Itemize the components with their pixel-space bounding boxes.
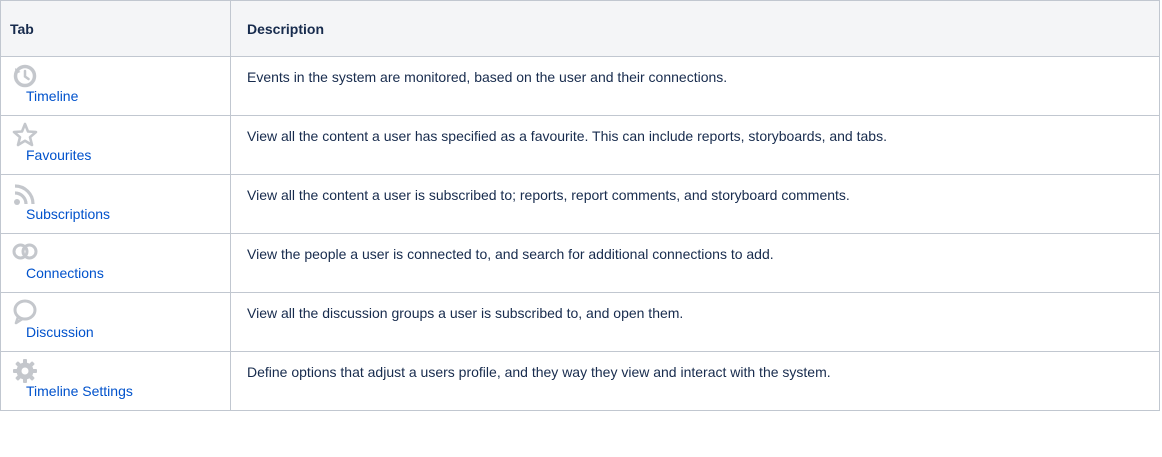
tab-link-favourites[interactable]: Favourites	[26, 145, 91, 165]
header-tab-label: Tab	[10, 20, 34, 37]
description-cell: Define options that adjust a users profi…	[230, 351, 1160, 411]
table-header-row: Tab Description	[0, 0, 1160, 57]
table-row: Subscriptions View all the content a use…	[0, 174, 1160, 234]
table-row: Discussion View all the discussion group…	[0, 292, 1160, 352]
header-description: Description	[230, 0, 1160, 57]
table-row: Connections View the people a user is co…	[0, 233, 1160, 293]
description-cell: Events in the system are monitored, base…	[230, 56, 1160, 116]
description-cell: View the people a user is connected to, …	[230, 233, 1160, 293]
description-cell: View all the content a user has specifie…	[230, 115, 1160, 175]
tab-cell: Timeline Settings	[0, 351, 231, 411]
row-description: Events in the system are monitored, base…	[247, 69, 728, 85]
tab-cell: Discussion	[0, 292, 231, 352]
row-description: Define options that adjust a users profi…	[247, 364, 831, 380]
tab-link-timeline-settings[interactable]: Timeline Settings	[26, 381, 133, 401]
row-description: View all the content a user has specifie…	[247, 128, 887, 144]
row-description: View all the content a user is subscribe…	[247, 187, 850, 203]
tab-link-subscriptions[interactable]: Subscriptions	[26, 204, 110, 224]
tab-cell: Connections	[0, 233, 231, 293]
header-tab: Tab	[0, 0, 231, 57]
tab-link-timeline[interactable]: Timeline	[26, 86, 78, 106]
header-description-label: Description	[247, 20, 325, 37]
tab-link-connections[interactable]: Connections	[26, 263, 104, 283]
tab-cell: Subscriptions	[0, 174, 231, 234]
description-cell: View all the discussion groups a user is…	[230, 292, 1160, 352]
table-row: Timeline Events in the system are monito…	[0, 56, 1160, 116]
tab-link-discussion[interactable]: Discussion	[26, 322, 94, 342]
table-row: Timeline Settings Define options that ad…	[0, 351, 1160, 411]
tab-cell: Favourites	[0, 115, 231, 175]
row-description: View all the discussion groups a user is…	[247, 305, 684, 321]
description-cell: View all the content a user is subscribe…	[230, 174, 1160, 234]
tab-cell: Timeline	[0, 56, 231, 116]
table-row: Favourites View all the content a user h…	[0, 115, 1160, 175]
row-description: View the people a user is connected to, …	[247, 246, 774, 262]
tabs-table: Tab Description Timeline Events in the s…	[0, 0, 1160, 411]
